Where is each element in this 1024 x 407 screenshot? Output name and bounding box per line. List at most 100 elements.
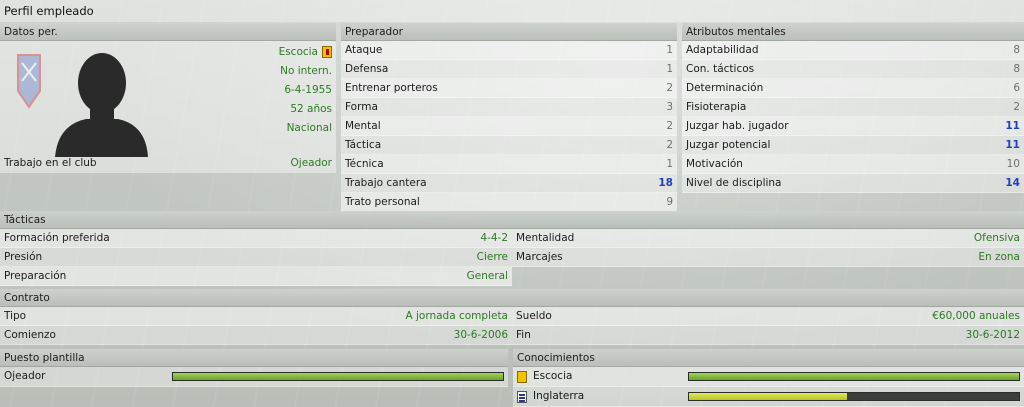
contract-header: Contrato — [0, 289, 1024, 307]
mental-label: Determinación — [686, 81, 764, 94]
knowledge-bar-fill — [689, 393, 848, 400]
mental-value: 10 — [1006, 157, 1020, 170]
mental-row: Juzgar potencial 11 — [682, 136, 1024, 155]
mental-label: Fisioterapia — [686, 100, 747, 113]
knowledge-name-text[interactable]: Inglaterra — [533, 387, 584, 406]
mental-value: 6 — [1013, 81, 1020, 94]
scotland-flag-icon — [322, 46, 332, 58]
club-crest-icon — [17, 54, 41, 109]
squad-role-panel: Puesto plantilla Ojeador — [0, 349, 508, 387]
formation-label: Formación preferida — [4, 231, 110, 244]
mental-value: 2 — [1013, 100, 1020, 113]
coach-value: 2 — [666, 138, 673, 151]
squad-role-label: Ojeador — [4, 370, 46, 382]
england-flag-icon — [517, 390, 527, 403]
coach-label: Defensa — [345, 62, 389, 75]
coach-row: Táctica 2 — [341, 136, 677, 155]
squad-role-row: Ojeador — [0, 367, 508, 387]
knowledge-name: Escocia — [517, 367, 572, 386]
coach-attribute-list: Ataque 1 Defensa 1 Entrenar porteros 2 Forma 3 M… — [341, 41, 677, 212]
contract-type-value: A jornada completa — [405, 309, 508, 322]
coach-panel: Preparador Ataque 1 Defensa 1 Entrenar porte… — [341, 23, 677, 212]
coach-value: 1 — [666, 157, 673, 170]
squad-role-bar-fill — [173, 373, 503, 380]
mental-attribute-list: Adaptabilidad 8 Con. tácticos 8 Determinació… — [682, 41, 1024, 193]
knowledge-panel: Conocimientos Escocia Inglaterra — [513, 349, 1024, 407]
coach-label: Ataque — [345, 43, 383, 56]
formation-row: Formación preferida 4-4-2 — [0, 229, 512, 248]
job-value: Ojeador — [290, 157, 332, 169]
marking-row: Marcajes En zona — [512, 248, 1024, 267]
contract-grid: Tipo A jornada completa Comienzo 30-6-20… — [0, 307, 1024, 345]
mental-label: Motivación — [686, 157, 743, 170]
coach-value: 1 — [666, 43, 673, 56]
preparation-row: Preparación General — [0, 267, 512, 286]
pressing-row: Presión Cierre — [0, 248, 512, 267]
mental-row: Nivel de disciplina 14 — [682, 174, 1024, 193]
contract-end-label: Fin — [516, 328, 531, 341]
mental-value: 11 — [1005, 138, 1020, 151]
coach-value: 1 — [666, 62, 673, 75]
nationality[interactable]: Escocia — [279, 46, 318, 58]
contract-col-left: Tipo A jornada completa Comienzo 30-6-20… — [0, 307, 512, 345]
coach-row: Trato personal 9 — [341, 193, 677, 212]
coach-label: Mental — [345, 119, 381, 132]
mental-row: Adaptabilidad 8 — [682, 41, 1024, 60]
job-row: Trabajo en el club Ojeador — [0, 154, 336, 173]
wage-row: Sueldo €60,000 anuales — [512, 307, 1024, 326]
knowledge-name-text[interactable]: Escocia — [533, 367, 572, 386]
mental-label: Juzgar hab. jugador — [686, 119, 789, 132]
formation-value: 4-4-2 — [480, 231, 508, 244]
coach-label: Forma — [345, 100, 378, 113]
reputation: Nacional — [286, 122, 332, 134]
marking-value: En zona — [978, 250, 1020, 263]
coach-value: 18 — [658, 176, 673, 189]
coach-value: 2 — [666, 119, 673, 132]
contract-type-label: Tipo — [4, 309, 27, 322]
tactics-empty-row — [512, 267, 1024, 286]
age: 52 años — [290, 103, 332, 115]
contract-panel: Contrato Tipo A jornada completa Comienz… — [0, 289, 1024, 345]
contract-start-label: Comienzo — [4, 328, 56, 341]
mental-label: Nivel de disciplina — [686, 176, 782, 189]
mental-row: Motivación 10 — [682, 155, 1024, 174]
coach-row: Técnica 1 — [341, 155, 677, 174]
coach-value: 2 — [666, 81, 673, 94]
coach-label: Trabajo cantera — [345, 176, 427, 189]
mentality-row: Mentalidad Ofensiva — [512, 229, 1024, 248]
squad-role-bar — [172, 372, 504, 381]
coach-row: Forma 3 — [341, 98, 677, 117]
mental-value: 8 — [1013, 43, 1020, 56]
avatar-silhouette — [55, 53, 148, 157]
job-label: Trabajo en el club — [4, 157, 97, 169]
mental-value: 14 — [1005, 176, 1020, 189]
personal-panel: Datos per. Escocia No intern. 6-4-1955 5… — [0, 23, 336, 173]
knowledge-bar — [688, 372, 1020, 381]
coach-row: Ataque 1 — [341, 41, 677, 60]
knowledge-list: Escocia Inglaterra — [513, 367, 1024, 407]
contract-col-right: Sueldo €60,000 anuales Fin 30-6-2012 — [512, 307, 1024, 345]
mental-row: Determinación 6 — [682, 79, 1024, 98]
tactics-col-left: Formación preferida 4-4-2 Presión Cierre… — [0, 229, 512, 286]
personal-header: Datos per. — [0, 23, 336, 41]
knowledge-name: Inglaterra — [517, 387, 584, 406]
contract-end-value: 30-6-2012 — [965, 328, 1020, 341]
coach-row: Mental 2 — [341, 117, 677, 136]
wage-value: €60,000 anuales — [932, 309, 1020, 322]
coach-label: Táctica — [345, 138, 382, 151]
mental-header: Atributos mentales — [682, 23, 1024, 41]
preparation-value: General — [466, 269, 508, 282]
tactics-header: Tácticas — [0, 211, 1024, 229]
mental-value: 11 — [1005, 119, 1020, 132]
coach-header: Preparador — [341, 23, 677, 41]
pressing-label: Presión — [4, 250, 43, 263]
mental-row: Con. tácticos 8 — [682, 60, 1024, 79]
coach-label: Trato personal — [345, 195, 420, 208]
squad-role-header: Puesto plantilla — [0, 349, 508, 367]
personal-info: Escocia No intern. 6-4-1955 52 años Naci… — [182, 43, 332, 138]
mental-row: Juzgar hab. jugador 11 — [682, 117, 1024, 136]
mental-label: Juzgar potencial — [686, 138, 771, 151]
contract-end-row: Fin 30-6-2012 — [512, 326, 1024, 345]
window-title: Perfil empleado — [0, 0, 1024, 22]
mental-label: Adaptabilidad — [686, 43, 759, 56]
